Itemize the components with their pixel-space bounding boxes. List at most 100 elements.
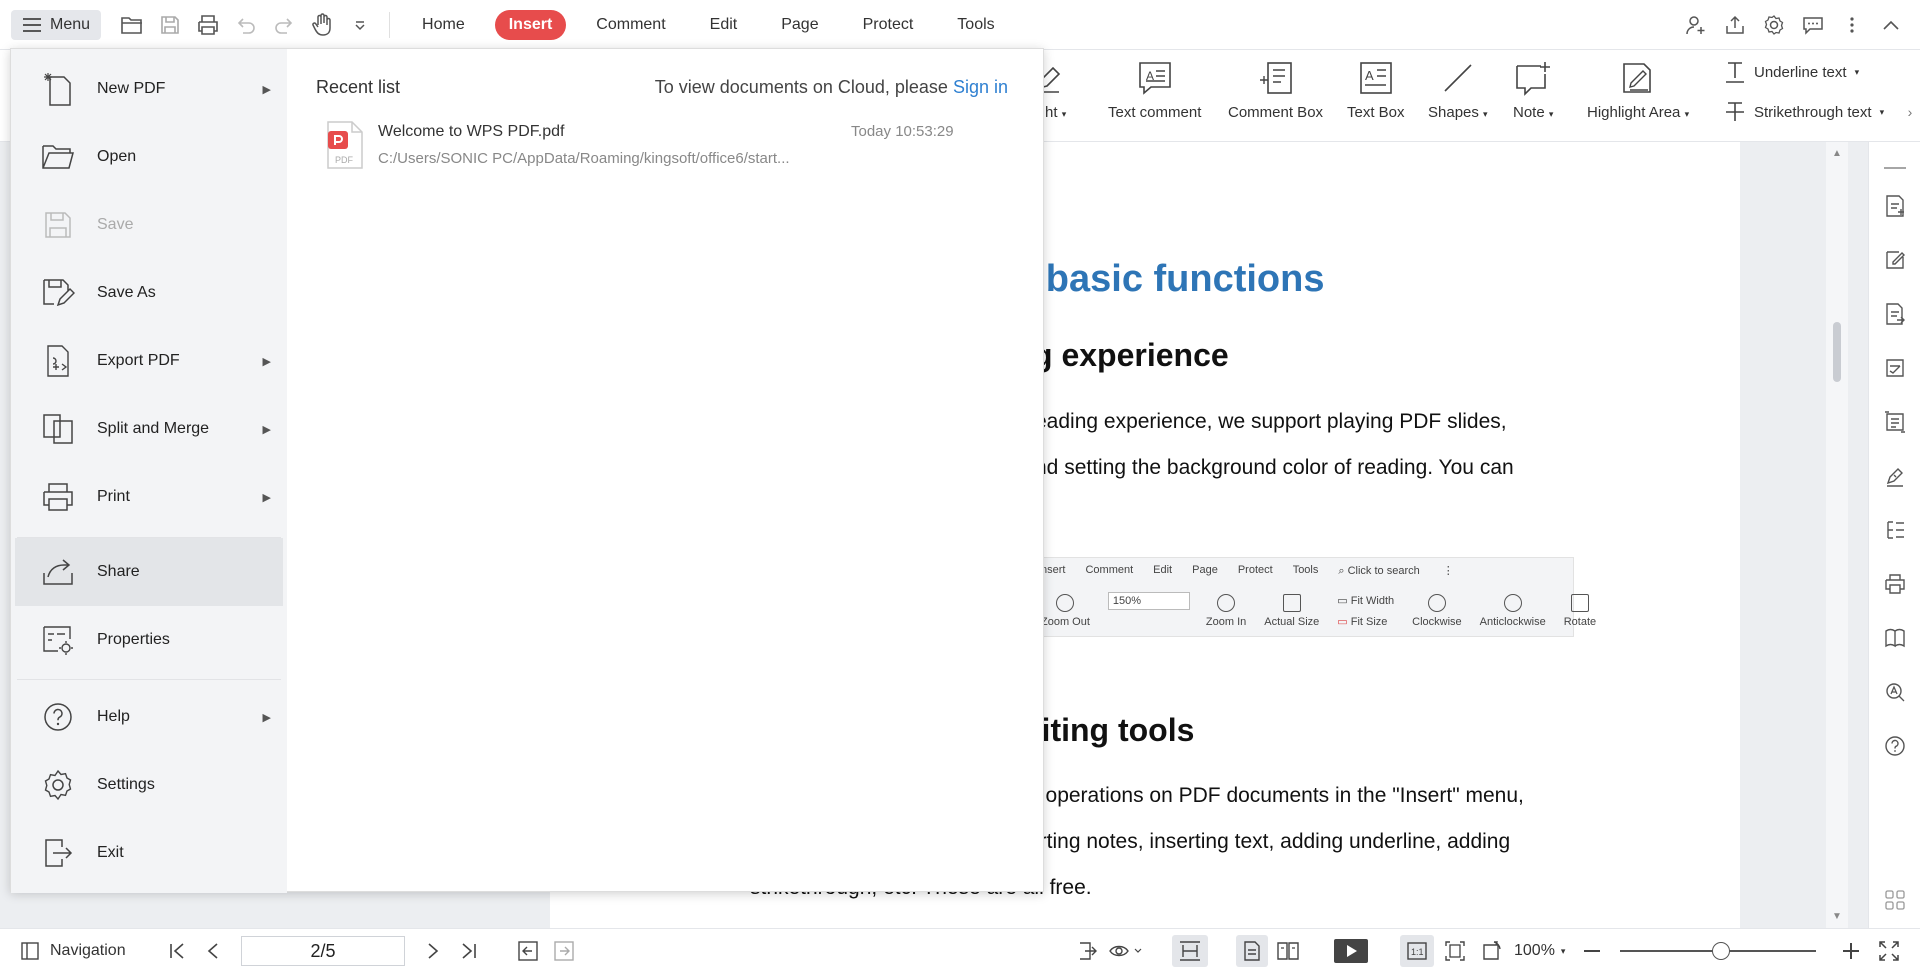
back-view-icon[interactable] xyxy=(517,929,539,972)
menu-item-new-pdf[interactable]: New PDF ▶ xyxy=(15,55,283,123)
strikethrough-text-button[interactable]: Strikethrough text ▾ xyxy=(1724,100,1884,124)
panel-collapse-icon[interactable] xyxy=(1883,156,1907,180)
fullscreen-icon[interactable] xyxy=(1878,929,1900,972)
fit-page-icon[interactable] xyxy=(1444,929,1466,972)
export-pdf-icon xyxy=(39,342,77,380)
page-number-input[interactable]: 2/5 xyxy=(241,936,405,966)
underline-text-button[interactable]: Underline text ▾ xyxy=(1724,60,1859,84)
tab-page[interactable]: Page xyxy=(759,10,840,40)
save-icon xyxy=(39,206,77,244)
menu-item-export-pdf[interactable]: Export PDF ▶ xyxy=(15,327,283,395)
ribbon-scroll-right-icon[interactable]: › xyxy=(1900,82,1920,142)
print-icon[interactable] xyxy=(189,7,227,43)
menu-item-split-and-merge[interactable]: Split and Merge ▶ xyxy=(15,395,283,463)
tab-tools[interactable]: Tools xyxy=(935,10,1016,40)
svg-text:A: A xyxy=(1365,68,1374,83)
text-box-button[interactable]: A Text Box xyxy=(1347,56,1405,121)
book-view-icon[interactable] xyxy=(1883,626,1907,650)
vertical-scrollbar[interactable]: ▲ ▼ xyxy=(1826,142,1848,928)
quick-access-dropdown-icon[interactable] xyxy=(341,7,379,43)
more-vertical-icon[interactable] xyxy=(1832,7,1871,43)
hand-tool-icon[interactable] xyxy=(303,7,341,43)
export-document-icon[interactable] xyxy=(1883,302,1907,326)
sign-in-link[interactable]: Sign in xyxy=(953,77,1008,97)
last-page-icon[interactable] xyxy=(460,929,478,972)
tab-protect[interactable]: Protect xyxy=(841,10,936,40)
continuous-scroll-icon[interactable] xyxy=(1172,935,1208,967)
tab-edit[interactable]: Edit xyxy=(688,10,760,40)
recent-file-item[interactable]: PDF Welcome to WPS PDF.pdf C:/Users/SONI… xyxy=(316,121,1016,179)
shapes-button[interactable]: Shapes ▾ xyxy=(1428,56,1488,121)
search-text-icon[interactable] xyxy=(1883,680,1907,704)
play-slideshow-icon[interactable] xyxy=(1334,929,1368,972)
menu-item-properties[interactable]: Properties xyxy=(15,606,283,674)
menu-item-settings[interactable]: Settings xyxy=(15,751,283,819)
svg-text:PDF: PDF xyxy=(335,155,354,165)
text-comment-label: Text comment xyxy=(1108,104,1202,121)
zoom-level-select[interactable]: 100% ▾ xyxy=(1514,929,1565,972)
scroll-up-icon[interactable]: ▲ xyxy=(1832,148,1842,159)
menu-item-label: Save As xyxy=(97,284,156,301)
underline-icon xyxy=(1726,62,1744,83)
tab-insert[interactable]: Insert xyxy=(494,9,567,40)
menu-item-share[interactable]: Share xyxy=(15,538,283,606)
menu-item-help[interactable]: Help ▶ xyxy=(15,683,283,751)
highlight-area-button[interactable]: Highlight Area ▾ xyxy=(1587,56,1689,121)
zoom-out-icon[interactable] xyxy=(1584,929,1600,972)
comment-box-button[interactable]: Comment Box xyxy=(1228,56,1323,121)
single-page-icon[interactable] xyxy=(1236,935,1268,967)
fill-sign-icon[interactable] xyxy=(1883,464,1907,488)
menu-item-label: Share xyxy=(97,563,140,580)
menu-button[interactable]: Menu xyxy=(11,9,102,40)
settings-gear-icon[interactable] xyxy=(1754,7,1793,43)
signature-form-icon[interactable] xyxy=(1883,356,1907,380)
doc-heading-1: o basic functions xyxy=(1012,258,1325,300)
pen-edit-icon[interactable] xyxy=(1883,248,1907,272)
two-page-icon[interactable] xyxy=(1276,929,1300,972)
embed-actual-size: Actual Size xyxy=(1264,594,1319,628)
scrollbar-thumb[interactable] xyxy=(1833,322,1841,382)
menu-item-label: Open xyxy=(97,148,137,165)
open-folder-icon[interactable] xyxy=(113,7,151,43)
navigation-toggle[interactable]: Navigation xyxy=(20,929,126,972)
menu-item-save[interactable]: Save xyxy=(15,191,283,259)
share-icon[interactable] xyxy=(1715,7,1754,43)
zoom-in-icon[interactable] xyxy=(1843,929,1859,972)
forward-view-icon[interactable] xyxy=(553,929,575,972)
pdf-file-icon: PDF xyxy=(326,121,364,169)
undo-icon[interactable] xyxy=(227,7,265,43)
extract-icon[interactable] xyxy=(1076,929,1098,972)
next-page-icon[interactable] xyxy=(426,929,440,972)
apps-grid-icon[interactable] xyxy=(1883,888,1907,912)
help-icon[interactable] xyxy=(1883,734,1907,758)
chat-icon[interactable] xyxy=(1793,7,1832,43)
doc-paragraph-line-1: eading experience, we support playing PD… xyxy=(1035,410,1507,433)
add-user-icon[interactable] xyxy=(1676,7,1715,43)
eye-protection-icon[interactable] xyxy=(1108,929,1142,972)
outline-icon[interactable] xyxy=(1883,518,1907,542)
menu-item-open[interactable]: Open xyxy=(15,123,283,191)
collapse-ribbon-icon[interactable] xyxy=(1871,7,1910,43)
zoom-slider-handle[interactable] xyxy=(1712,942,1730,960)
menu-item-print[interactable]: Print ▶ xyxy=(15,463,283,531)
tab-home[interactable]: Home xyxy=(400,10,487,40)
print-side-icon[interactable] xyxy=(1883,572,1907,596)
menu-item-label: Split and Merge xyxy=(97,420,210,437)
previous-page-icon[interactable] xyxy=(206,929,220,972)
menu-item-label: Exit xyxy=(97,844,124,861)
save-icon[interactable] xyxy=(151,7,189,43)
doc-heading-reading: g experience xyxy=(1033,337,1229,373)
actual-size-icon[interactable]: 1:1 xyxy=(1400,935,1434,967)
redo-icon[interactable] xyxy=(265,7,303,43)
text-comment-button[interactable]: A Text comment xyxy=(1108,56,1201,121)
menu-item-exit[interactable]: Exit xyxy=(15,819,283,887)
zoom-slider[interactable] xyxy=(1620,942,1816,960)
menu-item-save-as[interactable]: Save As xyxy=(15,259,283,327)
rotate-view-icon[interactable] xyxy=(1480,929,1504,972)
first-page-icon[interactable] xyxy=(168,929,186,972)
note-button[interactable]: Note ▾ xyxy=(1513,56,1553,121)
edit-document-icon[interactable] xyxy=(1883,194,1907,218)
frame-text-icon[interactable] xyxy=(1883,410,1907,434)
tab-comment[interactable]: Comment xyxy=(574,10,687,40)
scroll-down-icon[interactable]: ▼ xyxy=(1832,911,1842,922)
